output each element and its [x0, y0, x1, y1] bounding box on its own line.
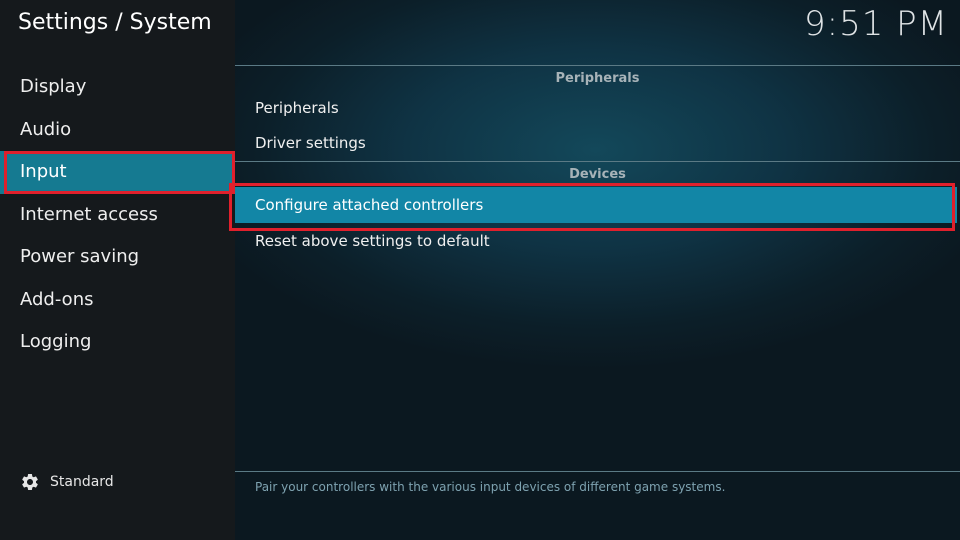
sidebar-item-audio[interactable]: Audio: [0, 109, 235, 152]
divider: [235, 65, 960, 66]
section-header-devices: Devices: [569, 167, 626, 182]
sidebar-menu: Display Audio Input Internet access Powe…: [0, 66, 235, 364]
page-title: Settings / System: [18, 10, 212, 35]
settings-level-label: Standard: [50, 474, 114, 490]
settings-panel: 9:51 PM Peripherals Peripherals Driver s…: [229, 0, 960, 540]
sidebar-item-power-saving[interactable]: Power saving: [0, 236, 235, 279]
settings-level-button[interactable]: Standard: [20, 472, 114, 492]
sidebar-item-add-ons[interactable]: Add-ons: [0, 279, 235, 322]
setting-peripherals[interactable]: Peripherals: [255, 99, 339, 117]
section-header-peripherals: Peripherals: [555, 71, 640, 86]
focus-highlight-outline: [229, 183, 955, 231]
help-text: Pair your controllers with the various i…: [255, 480, 726, 494]
sidebar-item-internet-access[interactable]: Internet access: [0, 194, 235, 237]
sidebar-item-logging[interactable]: Logging: [0, 321, 235, 364]
sidebar-item-display[interactable]: Display: [0, 66, 235, 109]
sidebar: Settings / System Display Audio Input In…: [0, 0, 235, 540]
gear-icon: [22, 474, 38, 490]
sidebar-item-input[interactable]: Input: [0, 151, 235, 194]
setting-reset-to-default[interactable]: Reset above settings to default: [255, 232, 490, 250]
divider: [235, 161, 960, 162]
divider: [235, 471, 960, 472]
setting-driver-settings[interactable]: Driver settings: [255, 134, 366, 152]
clock: 9:51 PM: [804, 4, 948, 44]
